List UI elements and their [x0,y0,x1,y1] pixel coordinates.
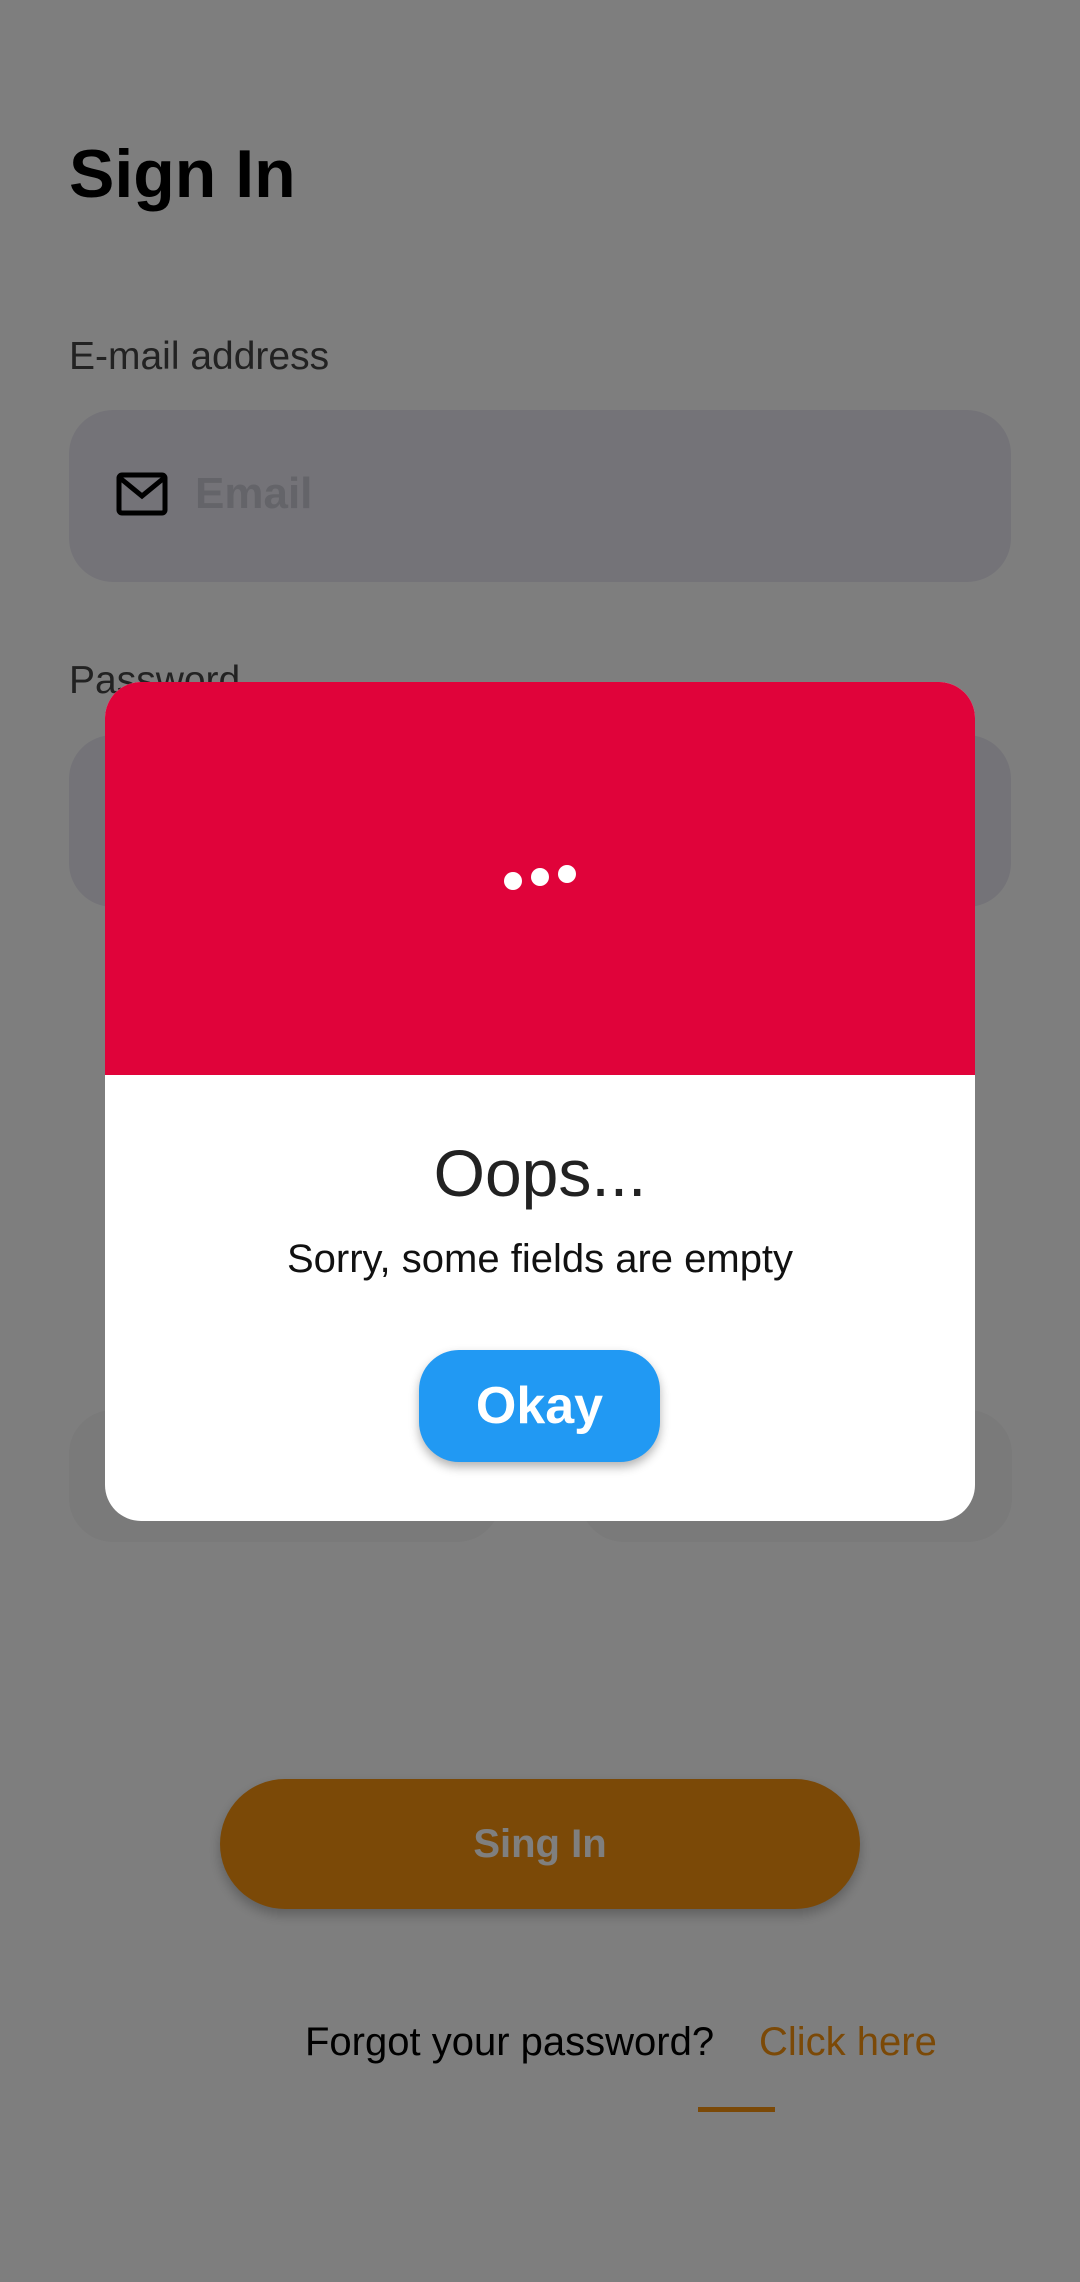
loading-dots-icon [504,865,576,890]
okay-button[interactable]: Okay [419,1350,660,1462]
dialog-message: Sorry, some fields are empty [286,1237,794,1281]
error-dialog: Oops... Sorry, some fields are empty Oka… [105,682,975,1521]
dialog-header [105,682,975,1075]
dialog-title: Oops... [433,1136,647,1210]
